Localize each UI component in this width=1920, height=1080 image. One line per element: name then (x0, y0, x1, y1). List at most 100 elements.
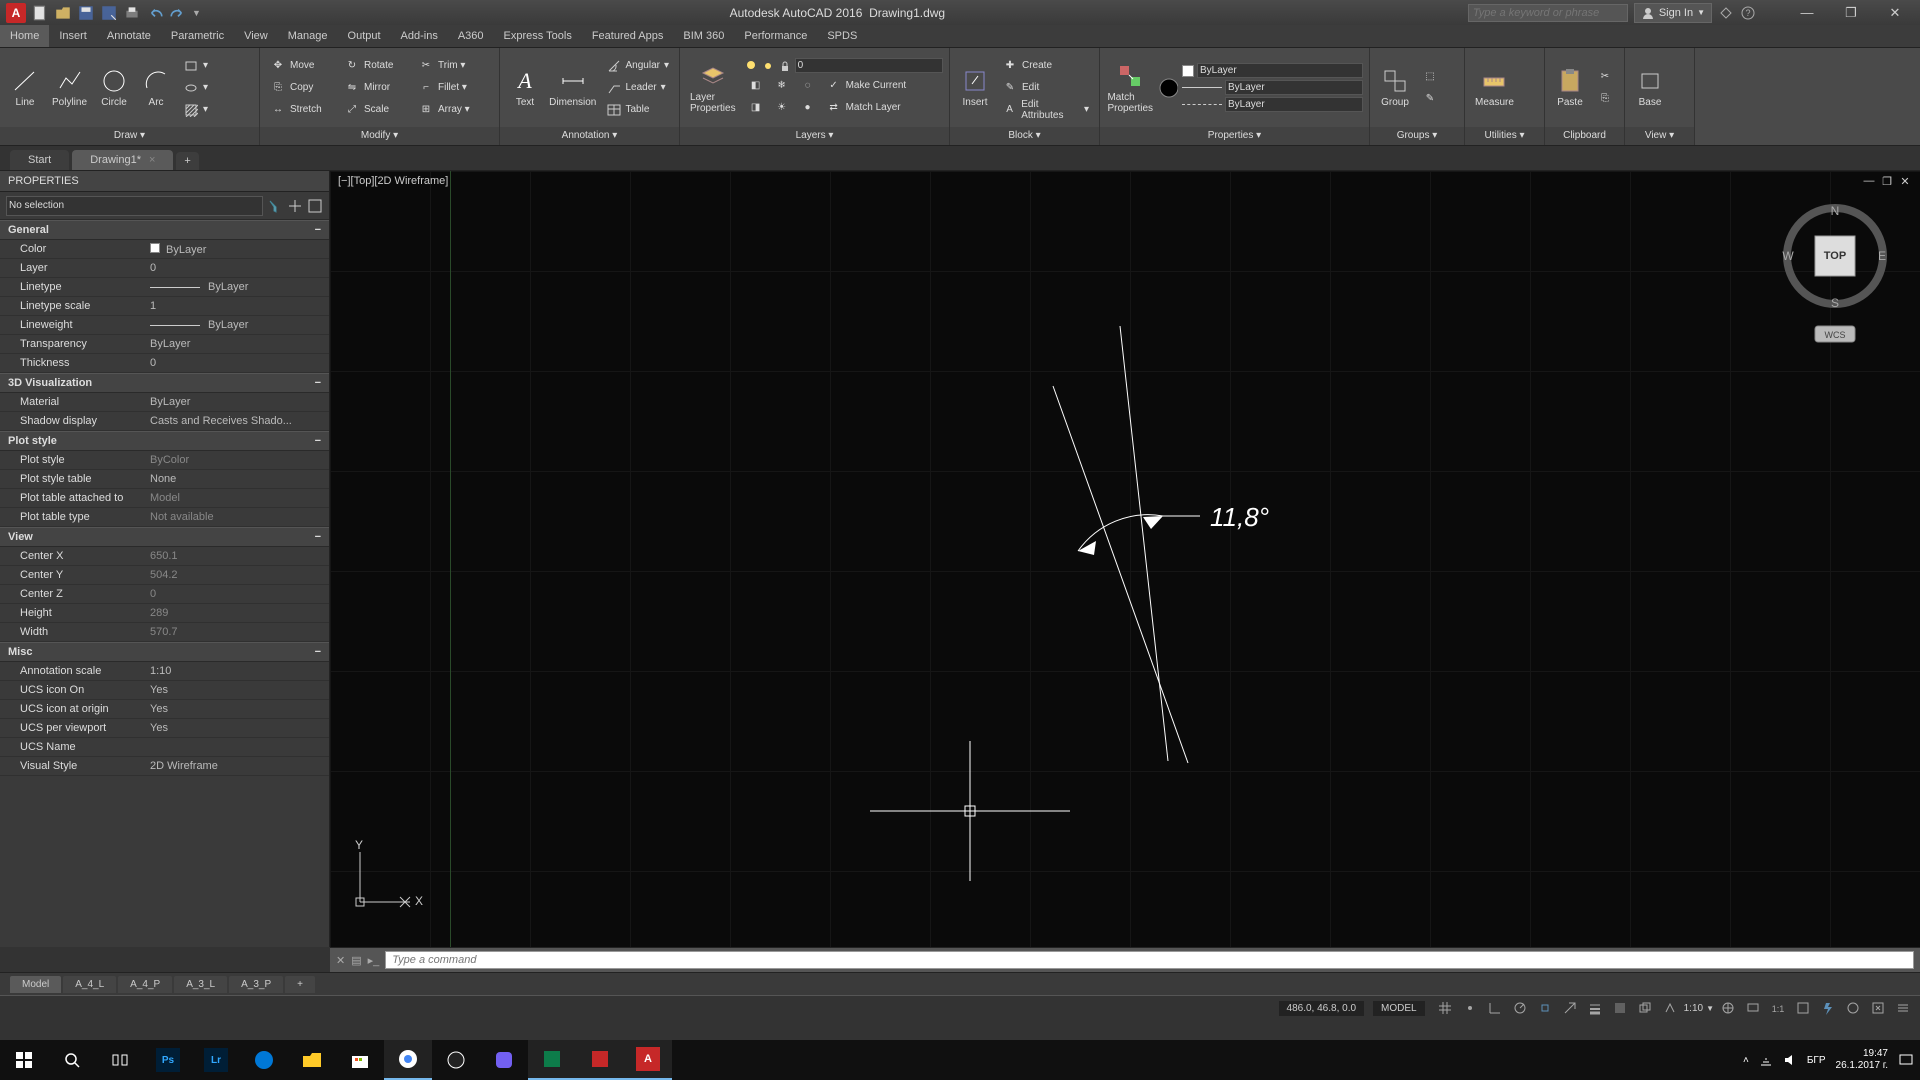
prop-ucs-icon-at-origin[interactable]: UCS icon at originYes (0, 700, 329, 719)
layer-properties-button[interactable]: Layer Properties (686, 60, 740, 116)
grid-toggle[interactable] (1434, 998, 1456, 1018)
prop-width[interactable]: Width570.7 (0, 623, 329, 642)
layout-tab-a_4_l[interactable]: A_4_L (63, 976, 116, 993)
prop-material[interactable]: MaterialByLayer (0, 393, 329, 412)
prop-thickness[interactable]: Thickness0 (0, 354, 329, 373)
photoshop-icon[interactable]: Ps (144, 1040, 192, 1080)
lineweight-selector[interactable] (1225, 80, 1363, 95)
prop-annotation-scale[interactable]: Annotation scale1:10 (0, 662, 329, 681)
model-viewport[interactable]: [−][Top][2D Wireframe] — ❐ ✕ 11,8° (330, 171, 1920, 947)
action-center-icon[interactable] (1898, 1052, 1914, 1068)
insert-button[interactable]: Insert (956, 65, 994, 110)
layer-on-button[interactable]: ● (796, 97, 820, 117)
workspace-icon[interactable] (1717, 998, 1739, 1018)
prop-layer[interactable]: Layer0 (0, 259, 329, 278)
menu-bim-360[interactable]: BIM 360 (673, 25, 734, 47)
cleanscreen-icon[interactable] (1867, 998, 1889, 1018)
layout-tab-a_3_p[interactable]: A_3_P (229, 976, 283, 993)
hardware-accel-icon[interactable] (1817, 998, 1839, 1018)
category-misc[interactable]: Misc− (0, 642, 329, 662)
lineweight-toggle[interactable] (1584, 998, 1606, 1018)
group-button[interactable]: Group (1376, 65, 1414, 110)
trim-button[interactable]: ✂Trim ▾ (414, 56, 486, 76)
layer-off-button[interactable]: ◌ (796, 75, 820, 95)
clock[interactable]: 19:4726.1.2017 г. (1836, 1048, 1888, 1072)
layer-thaw-button[interactable]: ☀ (770, 97, 794, 117)
autocad-task-icon[interactable]: A (624, 1040, 672, 1080)
move-button[interactable]: ✥Move (266, 56, 338, 76)
edge-icon[interactable] (240, 1040, 288, 1080)
new-icon[interactable] (31, 4, 49, 22)
select-objects-icon[interactable] (287, 198, 303, 214)
bycolor-icon[interactable] (1158, 77, 1178, 99)
prop-center-y[interactable]: Center Y504.2 (0, 566, 329, 585)
stretch-button[interactable]: ↔Stretch (266, 100, 338, 120)
store-icon[interactable] (336, 1040, 384, 1080)
layer-iso-button[interactable]: ◧ (744, 75, 768, 95)
menu-add-ins[interactable]: Add-ins (391, 25, 448, 47)
array-button[interactable]: ⊞Array ▾ (414, 100, 486, 120)
cmd-history-icon[interactable]: ▤ (351, 954, 361, 967)
group-edit-button[interactable]: ✎ (1418, 89, 1442, 109)
saveas-icon[interactable] (100, 4, 118, 22)
selection-selector[interactable] (6, 196, 263, 216)
volume-icon[interactable] (1783, 1053, 1797, 1067)
scale-button[interactable]: ⤢Scale (340, 100, 412, 120)
maximize-button[interactable]: ❐ (1832, 2, 1870, 24)
layout-tab-a_3_l[interactable]: A_3_L (174, 976, 227, 993)
hatch-button[interactable]: ▾ (179, 100, 212, 120)
new-tab-button[interactable]: + (176, 152, 198, 170)
arc-button[interactable]: Arc (137, 65, 175, 110)
angular-button[interactable]: Angular ▾ (602, 56, 674, 76)
ortho-toggle[interactable] (1484, 998, 1506, 1018)
menu-featured-apps[interactable]: Featured Apps (582, 25, 674, 47)
lang-indicator[interactable]: БГР (1807, 1055, 1826, 1066)
otrack-toggle[interactable] (1559, 998, 1581, 1018)
menu-parametric[interactable]: Parametric (161, 25, 234, 47)
units-icon[interactable]: 1:1 (1767, 998, 1789, 1018)
prop-linetype-scale[interactable]: Linetype scale1 (0, 297, 329, 316)
signin-button[interactable]: Sign In ▼ (1634, 3, 1712, 23)
prop-lineweight[interactable]: LineweightByLayer (0, 316, 329, 335)
space-readout[interactable]: MODEL (1373, 1001, 1425, 1016)
cut-button[interactable]: ✂ (1593, 67, 1617, 87)
network-icon[interactable] (1759, 1053, 1773, 1067)
annotation-scale-value[interactable]: 1:10 (1684, 1003, 1703, 1014)
undo-icon[interactable] (146, 4, 164, 22)
prop-center-z[interactable]: Center Z0 (0, 585, 329, 604)
explorer-icon[interactable] (288, 1040, 336, 1080)
exchange-icon[interactable] (1718, 5, 1734, 21)
menu-a360[interactable]: A360 (448, 25, 494, 47)
menu-view[interactable]: View (234, 25, 278, 47)
menu-insert[interactable]: Insert (49, 25, 97, 47)
prop-center-x[interactable]: Center X650.1 (0, 547, 329, 566)
annotation-scale-icon[interactable] (1659, 998, 1681, 1018)
create-block-button[interactable]: ✚Create (998, 56, 1093, 76)
app-icon-3[interactable] (576, 1040, 624, 1080)
tray-chevron-icon[interactable]: ˄ (1743, 1055, 1749, 1066)
open-icon[interactable] (54, 4, 72, 22)
menu-manage[interactable]: Manage (278, 25, 338, 47)
prop-plot-table-attached-to[interactable]: Plot table attached toModel (0, 489, 329, 508)
edit-block-button[interactable]: ✎Edit (998, 78, 1093, 98)
layout-tab-model[interactable]: Model (10, 976, 61, 993)
edit-attr-button[interactable]: AEdit Attributes ▾ (998, 100, 1093, 120)
print-icon[interactable] (123, 4, 141, 22)
app-icon-1[interactable] (432, 1040, 480, 1080)
cmd-close-icon[interactable]: ✕ (336, 954, 345, 967)
layout-tab-a_4_p[interactable]: A_4_P (118, 976, 172, 993)
redo-icon[interactable] (169, 4, 187, 22)
taskview-button[interactable] (96, 1040, 144, 1080)
add-layout-button[interactable]: + (285, 976, 315, 993)
text-button[interactable]: AText (506, 65, 544, 110)
prop-ucs-per-viewport[interactable]: UCS per viewportYes (0, 719, 329, 738)
app-icon-2[interactable] (528, 1040, 576, 1080)
color-selector[interactable] (1197, 63, 1363, 78)
prop-linetype[interactable]: LinetypeByLayer (0, 278, 329, 297)
layer-uniso-button[interactable]: ◨ (744, 97, 768, 117)
make-current-button[interactable]: ✓Make Current (822, 75, 911, 95)
search-input[interactable] (1468, 4, 1628, 22)
chrome-icon[interactable] (384, 1040, 432, 1080)
menu-performance[interactable]: Performance (734, 25, 817, 47)
rotate-button[interactable]: ↻Rotate (340, 56, 412, 76)
